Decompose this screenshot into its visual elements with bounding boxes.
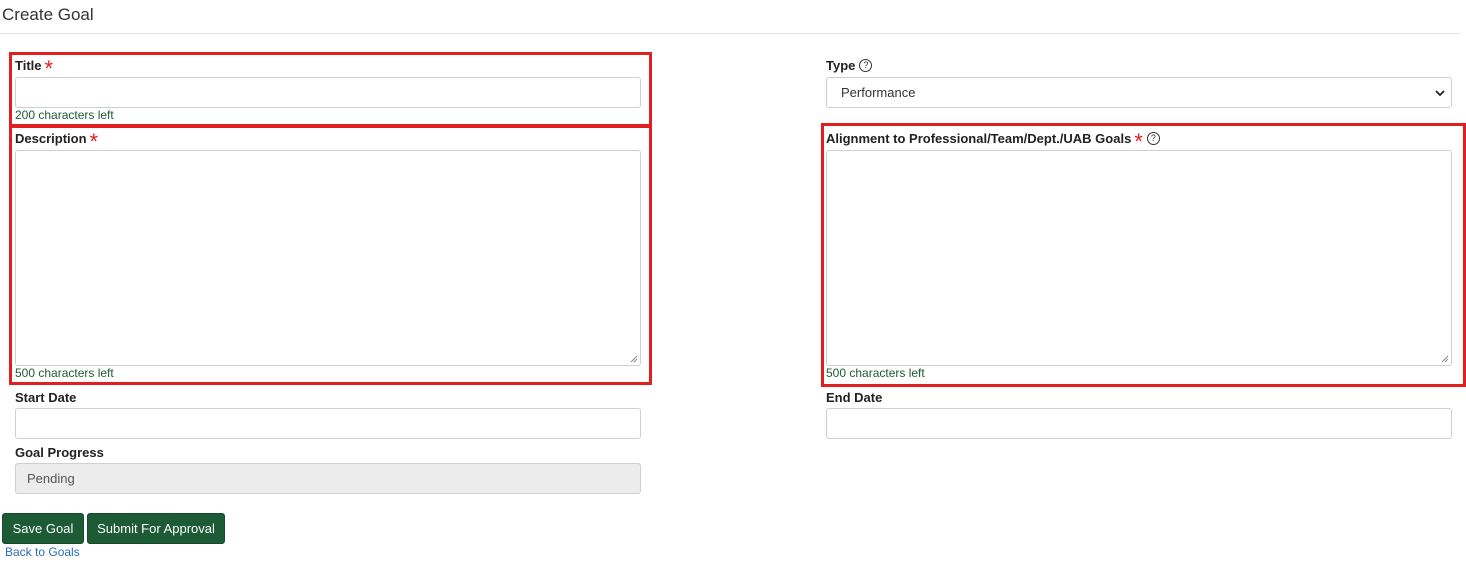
start-date-label: Start Date <box>15 390 77 405</box>
resize-grip-icon[interactable] <box>1441 355 1449 363</box>
type-label: Type ? <box>826 58 873 73</box>
back-to-goals-link[interactable]: Back to Goals <box>5 545 80 559</box>
description-label-text: Description <box>15 131 87 146</box>
title-label-text: Title <box>15 58 42 73</box>
type-label-text: Type <box>826 58 856 73</box>
title-divider <box>0 33 1460 34</box>
title-label: Title * <box>15 55 54 81</box>
description-chars-left: 500 characters left <box>15 366 114 380</box>
question-circle-icon[interactable]: ? <box>859 59 873 72</box>
alignment-chars-left: 500 characters left <box>826 366 925 380</box>
end-date-label: End Date <box>826 390 883 405</box>
submit-for-approval-button[interactable]: Submit For Approval <box>87 513 225 544</box>
goal-progress-field: Pending <box>15 463 641 494</box>
alignment-label-text: Alignment to Professional/Team/Dept./UAB… <box>826 131 1132 146</box>
save-goal-button[interactable]: Save Goal <box>2 513 84 544</box>
alignment-textarea[interactable] <box>826 150 1452 366</box>
description-label: Description * <box>15 128 99 154</box>
required-asterisk: * <box>44 55 54 81</box>
type-selected-value: Performance <box>841 85 916 100</box>
goal-progress-label: Goal Progress <box>15 445 104 460</box>
page-title: Create Goal <box>2 5 94 24</box>
description-textarea[interactable] <box>15 150 641 366</box>
type-select[interactable]: Performance <box>826 77 1452 108</box>
required-asterisk: * <box>89 128 99 154</box>
question-circle-icon[interactable]: ? <box>1146 132 1160 145</box>
title-chars-left: 200 characters left <box>15 108 114 122</box>
start-date-input[interactable] <box>15 408 641 439</box>
resize-grip-icon[interactable] <box>630 355 638 363</box>
chevron-down-icon <box>1435 90 1445 97</box>
alignment-label: Alignment to Professional/Team/Dept./UAB… <box>826 128 1160 154</box>
title-input[interactable] <box>15 77 641 108</box>
end-date-input[interactable] <box>826 408 1452 439</box>
required-asterisk: * <box>1134 128 1143 154</box>
